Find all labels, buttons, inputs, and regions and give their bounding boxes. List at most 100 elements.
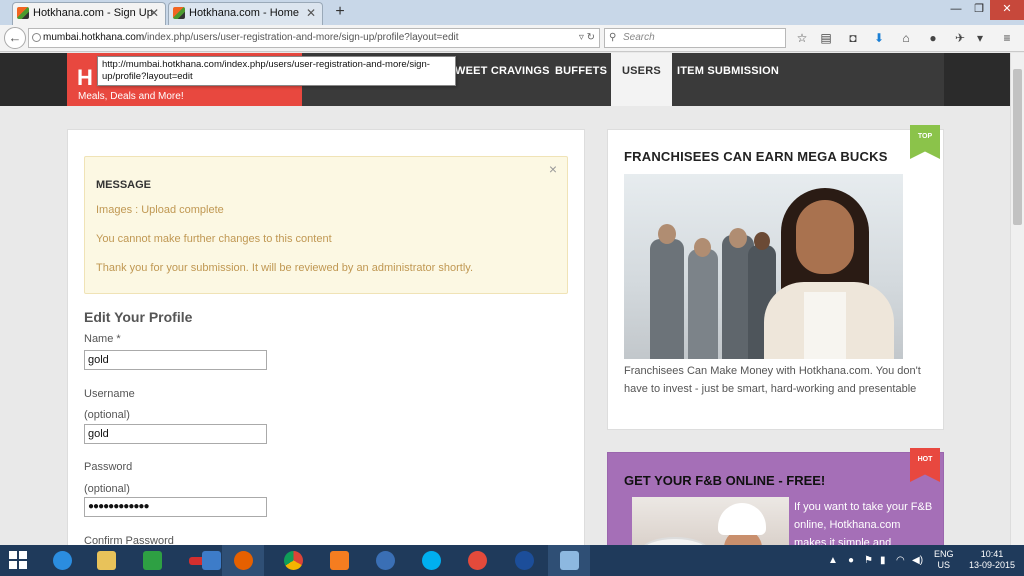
close-icon[interactable]: × [549,161,557,177]
promo-title[interactable]: GET YOUR F&B ONLINE - FREE! [624,473,825,488]
chrome-icon [284,551,303,570]
app-tray-icon[interactable]: ● [848,555,854,566]
start-button[interactable] [0,545,38,576]
background-person-head [754,232,770,250]
taskbar-mail[interactable] [456,545,498,576]
browser-tab-bar: Hotkhana.com - Sign Up ✕ Hotkhana.com - … [0,0,1024,25]
back-arrow-icon[interactable]: ← [4,27,26,49]
taskbar-chrome[interactable] [272,545,314,576]
logo-text: H [77,65,93,90]
globe-icon [32,33,41,42]
home-icon[interactable]: ⌂ [898,30,914,46]
taskbar-paint[interactable] [548,545,590,576]
password-label: Password [84,461,133,473]
flag-icon[interactable]: ⚑ [864,555,873,566]
page-scrollbar[interactable] [1010,53,1024,545]
background-person [650,239,684,359]
restore-icon[interactable]: ❐ [968,0,990,20]
system-message: × MESSAGE Images : Upload complete You c… [84,156,568,294]
store-icon [143,551,162,570]
bookmark-star-icon[interactable]: ☆ [794,30,810,46]
logo-tagline: Meals, Deals and More! [78,91,184,102]
language-indicator[interactable]: ENG US [934,549,954,571]
url-host: mumbai.hotkhana.com [43,32,145,43]
menu-item-sweet-cravings[interactable]: WEET CRAVINGS [455,53,550,106]
hotkhana-favicon-icon [173,7,185,19]
woman-top [804,292,846,359]
pocket-icon[interactable]: ◘ [845,30,861,46]
address-bar[interactable]: mumbai.hotkhana.com/index.php/users/user… [28,28,600,48]
plus-icon[interactable]: + [330,2,350,22]
tab-title: Hotkhana.com - Home [189,7,300,19]
password-field[interactable]: ●●●●●●●●●●●● [84,497,267,517]
username-field[interactable]: gold [84,424,267,444]
taskbar-firefox[interactable] [222,545,264,576]
fnb-promo-card: HOT GET YOUR F&B ONLINE - FREE! If you w… [607,448,944,545]
reload-icon[interactable]: ▿ ↻ [579,29,595,47]
confirm-password-label: Confirm Password [84,535,174,545]
mail-client-icon [376,551,395,570]
language-code: ENG [934,549,954,559]
taskbar-xampp[interactable] [318,545,360,576]
download-icon[interactable]: ⬇ [871,30,887,46]
tab-home[interactable]: Hotkhana.com - Home ✕ [168,2,323,25]
menu-item-users[interactable]: USERS [611,53,672,106]
envelope-icon [468,551,487,570]
taskbar: ▲ ● ⚑ ▮ ◠ ◀) ENG US 10:41 13-09-2015 [0,545,1024,576]
skype-icon [422,551,441,570]
close-tab-icon[interactable]: ✕ [149,3,159,24]
promo-text: If you want to take your F&B online, Hot… [794,501,933,545]
taskbar-this-pc[interactable] [178,545,221,576]
close-tab-icon[interactable]: ✕ [306,3,316,24]
background-person-head [694,238,711,257]
menu-item-buffets[interactable]: BUFFETS [555,53,607,106]
background-person-head [658,224,676,244]
chat-icon[interactable]: ● [925,30,941,46]
franchise-promo-card: TOP FRANCHISEES CAN EARN MEGA BUCKS Fran… [607,125,944,430]
background-person-head [729,228,747,248]
browser-nav-bar: ← mumbai.hotkhana.com/index.php/users/us… [0,25,1024,52]
minimize-icon[interactable]: — [944,0,968,20]
search-input[interactable]: ⚲ Search [604,28,786,48]
taskbar-mail-client[interactable] [364,545,406,576]
tab-title: Hotkhana.com - Sign Up [33,7,153,19]
menu-hamburger-icon[interactable]: ≡ [999,30,1015,46]
top-ribbon-badge: TOP [910,125,940,159]
taskbar-internet-explorer[interactable] [41,545,83,576]
username-label: Username [84,388,135,400]
taskbar-store[interactable] [131,545,173,576]
name-label: Name * [84,333,121,345]
name-field[interactable]: gold [84,350,267,370]
clock[interactable]: 10:41 13-09-2015 [968,549,1016,571]
chevron-up-icon[interactable]: ▲ [828,555,838,566]
extension-icon[interactable]: ✈ [952,30,968,46]
promo-text: Franchisees Can Make Money with Hotkhana… [624,365,921,395]
username-note: (optional) [84,409,130,421]
monitor-icon [202,551,221,570]
password-note: (optional) [84,483,130,495]
chef-image[interactable] [632,497,789,545]
battery-icon[interactable]: ▮ [880,555,886,566]
promo-title[interactable]: FRANCHISEES CAN EARN MEGA BUCKS [624,149,888,164]
menu-item-item-submission[interactable]: ITEM SUBMISSION [677,53,779,106]
wifi-icon[interactable]: ◠ [896,555,905,566]
system-tray: ▲ ● ⚑ ▮ ◠ ◀) ENG US 10:41 13-09-2015 [820,545,1024,576]
taskbar-app[interactable] [503,545,545,576]
businesswoman-image[interactable] [624,174,903,359]
firefox-icon [234,551,253,570]
window-close-icon[interactable]: ✕ [990,0,1024,20]
woman-face [796,200,854,274]
web-page: H Meals, Deals and More! WEET CRAVINGS B… [0,53,1010,545]
plate [640,537,710,545]
tab-sign-up[interactable]: Hotkhana.com - Sign Up ✕ [12,2,166,25]
taskbar-skype[interactable] [410,545,452,576]
clock-date: 13-09-2015 [968,560,1016,570]
scrollbar-thumb[interactable] [1013,69,1022,225]
message-title: MESSAGE [96,179,152,191]
hotkhana-favicon-icon [17,7,29,19]
reading-list-icon[interactable]: ▤ [818,30,834,46]
speaker-icon[interactable]: ◀) [912,555,923,566]
chevron-down-icon[interactable]: ▾ [972,30,988,46]
message-line: Thank you for your submission. It will b… [96,262,474,274]
taskbar-file-explorer[interactable] [85,545,127,576]
